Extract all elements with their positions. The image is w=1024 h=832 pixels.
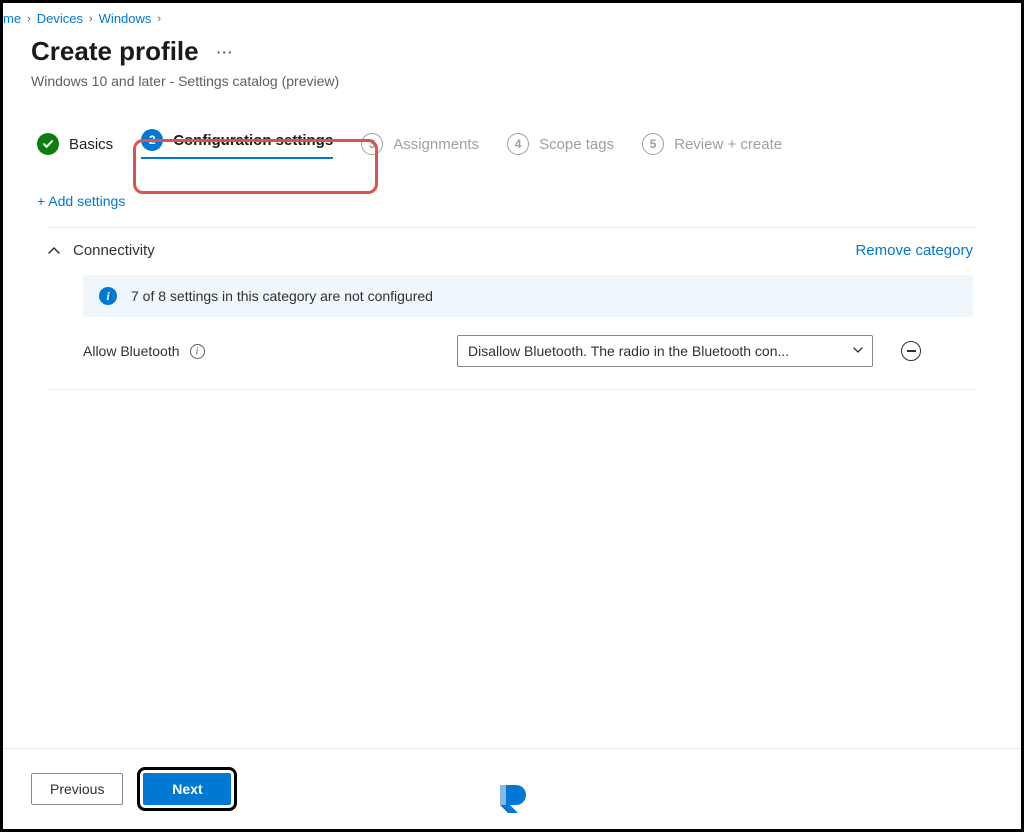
wizard-step-label: Assignments bbox=[393, 136, 479, 153]
more-icon[interactable]: ··· bbox=[217, 44, 234, 60]
minus-icon bbox=[907, 350, 916, 352]
step-number-icon: 2 bbox=[141, 129, 163, 151]
wizard-step-configuration[interactable]: 2 Configuration settings bbox=[141, 129, 333, 159]
settings-section-connectivity: Connectivity Remove category i 7 of 8 se… bbox=[47, 227, 977, 390]
annotation-highlight-next: Next bbox=[137, 767, 237, 811]
wizard-step-label: Configuration settings bbox=[173, 132, 333, 149]
footer: Previous Next bbox=[3, 748, 1021, 829]
chevron-right-icon: › bbox=[89, 13, 93, 25]
brand-logo bbox=[494, 779, 530, 815]
setting-label: Allow Bluetooth i bbox=[83, 343, 443, 359]
chevron-down-icon bbox=[852, 343, 864, 359]
select-value: Disallow Bluetooth. The radio in the Blu… bbox=[468, 343, 852, 359]
info-bar: i 7 of 8 settings in this category are n… bbox=[83, 275, 973, 317]
breadcrumb: me › Devices › Windows › bbox=[3, 3, 993, 26]
page-title: Create profile bbox=[31, 36, 199, 67]
wizard-step-review[interactable]: 5 Review + create bbox=[642, 133, 782, 155]
setting-label-text: Allow Bluetooth bbox=[83, 343, 180, 359]
checkmark-icon bbox=[37, 133, 59, 155]
section-title: Connectivity bbox=[73, 242, 155, 259]
wizard-step-basics[interactable]: Basics bbox=[37, 133, 113, 155]
breadcrumb-home[interactable]: me bbox=[3, 11, 21, 26]
wizard-step-assignments[interactable]: 3 Assignments bbox=[361, 133, 479, 155]
info-icon: i bbox=[99, 287, 117, 305]
remove-setting-button[interactable] bbox=[901, 341, 921, 361]
bluetooth-select[interactable]: Disallow Bluetooth. The radio in the Blu… bbox=[457, 335, 873, 367]
wizard-step-label: Review + create bbox=[674, 136, 782, 153]
info-help-icon[interactable]: i bbox=[190, 344, 205, 359]
next-button[interactable]: Next bbox=[143, 773, 231, 805]
previous-button[interactable]: Previous bbox=[31, 773, 123, 805]
remove-category-link[interactable]: Remove category bbox=[855, 242, 973, 259]
wizard-steps: Basics 2 Configuration settings 3 Assign… bbox=[3, 89, 993, 169]
page-subtitle: Windows 10 and later - Settings catalog … bbox=[31, 73, 993, 89]
step-number-icon: 5 bbox=[642, 133, 664, 155]
chevron-up-icon[interactable] bbox=[47, 244, 61, 258]
step-number-icon: 4 bbox=[507, 133, 529, 155]
wizard-step-label: Basics bbox=[69, 136, 113, 153]
wizard-step-scope-tags[interactable]: 4 Scope tags bbox=[507, 133, 614, 155]
info-message: 7 of 8 settings in this category are not… bbox=[131, 288, 433, 304]
step-number-icon: 3 bbox=[361, 133, 383, 155]
setting-row-allow-bluetooth: Allow Bluetooth i Disallow Bluetooth. Th… bbox=[83, 335, 973, 367]
breadcrumb-windows[interactable]: Windows bbox=[99, 11, 152, 26]
wizard-step-label: Scope tags bbox=[539, 136, 614, 153]
chevron-right-icon: › bbox=[157, 13, 161, 25]
add-settings-link[interactable]: + Add settings bbox=[3, 169, 993, 209]
breadcrumb-devices[interactable]: Devices bbox=[37, 11, 83, 26]
chevron-right-icon: › bbox=[27, 13, 31, 25]
